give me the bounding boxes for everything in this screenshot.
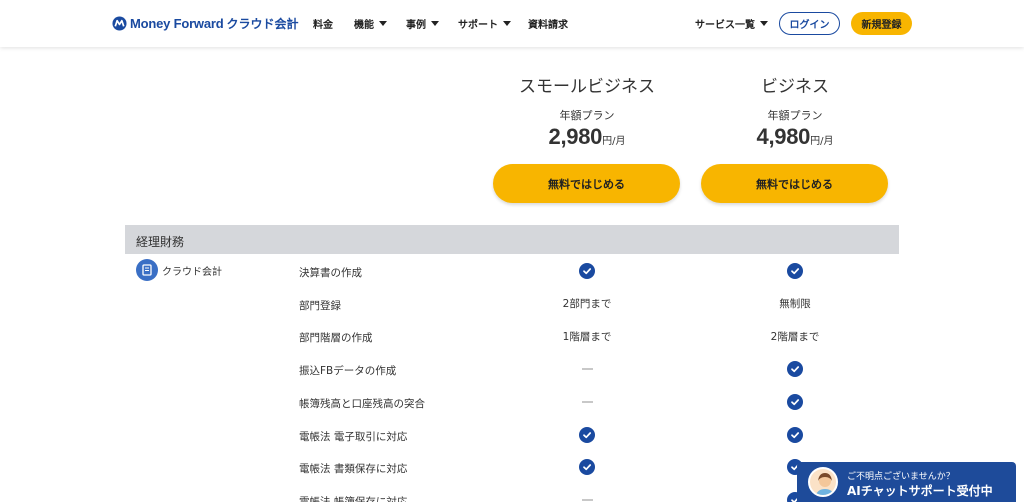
check-icon [787,361,803,378]
chat-subtitle: ご不明点ございませんか？ [847,472,955,482]
cell-small [557,456,617,478]
nav-documents-label: 資料請求 [528,20,568,31]
nav-support-label: サポート [458,20,498,31]
nav-features-label: 機能 [354,20,374,31]
logo-text: Money Forward [130,15,224,31]
signup-button[interactable]: 新規登録 [851,12,912,35]
table-row: 電帳法 電子取引に対応 [0,424,1024,457]
nav-pricing-label: 料金 [313,20,333,31]
nav-cases[interactable]: 事例 [406,16,439,31]
cell-text: 無制限 [779,298,811,311]
ai-chat-support-widget[interactable]: ご不明点ございませんか？ AIチャットサポート受付中 [797,462,1016,502]
start-free-button-business[interactable]: 無料ではじめる [701,164,888,203]
feature-label: 部門階層の作成 [299,332,373,345]
plan-billing-small-business: 年額プラン [559,109,615,122]
caret-down-icon [503,21,511,26]
check-icon [579,459,595,476]
feature-label: 帳簿残高と口座残高の突合 [299,397,425,410]
check-icon [787,263,803,279]
price-value: 2,980 [548,124,603,149]
check-icon [579,426,595,443]
caret-down-icon [379,21,387,26]
cell-business: 2階層まで [765,325,825,347]
price-value: 4,980 [756,124,811,149]
feature-label: 振込FBデータの作成 [299,365,397,378]
cell-small: 2部門まで [557,293,617,315]
nav-services-label: サービス一覧 [695,20,755,31]
nav-cases-label: 事例 [406,20,426,31]
section-header: 経理財務 [125,225,899,254]
caret-down-icon [760,21,768,26]
dash-icon [581,498,593,501]
nav-pricing[interactable]: 料金 [313,16,333,31]
cell-small [557,489,617,502]
cell-small [557,358,617,380]
nav-documents[interactable]: 資料請求 [528,16,568,31]
feature-label: 電帳法 電子取引に対応 [299,430,408,443]
table-row: 帳簿残高と口座残高の突合 [0,391,1024,424]
site-header: Money Forward クラウド会計 料金 機能 事例 サポート 資料請求 … [0,0,1024,47]
price-unit: 円/月 [810,136,834,147]
check-icon [787,426,803,443]
cell-business [765,358,825,380]
cell-business [765,424,825,446]
nav-services[interactable]: サービス一覧 [695,16,768,31]
table-row: 部門階層の作成 1階層まで 2階層まで [0,325,1024,358]
plan-price-business: 4,980円/月 [700,124,890,150]
plan-billing-business: 年額プラン [767,109,823,122]
logo-product-name: クラウド会計 [226,16,299,31]
plan-name-small-business: スモールビジネス [519,77,655,97]
price-unit: 円/月 [602,136,626,147]
cell-text: 2階層まで [770,330,820,343]
plan-name-business: ビジネス [761,77,829,97]
cell-text: 2部門まで [562,298,612,311]
start-free-button-small-business[interactable]: 無料ではじめる [493,164,680,203]
section-title: 経理財務 [136,235,185,249]
cell-small [557,391,617,413]
table-row: 決算書の作成 [0,260,1024,293]
check-icon [787,393,803,410]
cell-small [557,424,617,446]
cell-small: 1階層まで [557,325,617,347]
feature-label: 電帳法 書類保存に対応 [299,463,408,476]
check-icon [579,263,595,279]
feature-label: 電帳法 帳簿保存に対応 [299,495,408,502]
chat-title: AIチャットサポート受付中 [847,484,993,498]
support-agent-avatar [808,467,838,497]
feature-label: 決算書の作成 [299,267,362,279]
cell-business [765,391,825,413]
money-forward-logo-icon [112,15,127,31]
cell-business: 無制限 [765,293,825,315]
dash-icon [581,400,593,403]
caret-down-icon [431,21,439,26]
nav-features[interactable]: 機能 [354,16,387,31]
plan-price-small-business: 2,980円/月 [492,124,682,150]
nav-support[interactable]: サポート [458,16,511,31]
cell-small [557,260,617,282]
cell-text: 1階層まで [562,330,612,343]
money-forward-logo[interactable]: Money Forward クラウド会計 [112,13,298,33]
feature-label: 部門登録 [299,299,341,312]
table-row: 部門登録 2部門まで 無制限 [0,293,1024,326]
table-row: 振込FBデータの作成 [0,358,1024,391]
cell-business [765,260,825,282]
dash-icon [581,368,593,371]
login-button[interactable]: ログイン [779,12,840,35]
